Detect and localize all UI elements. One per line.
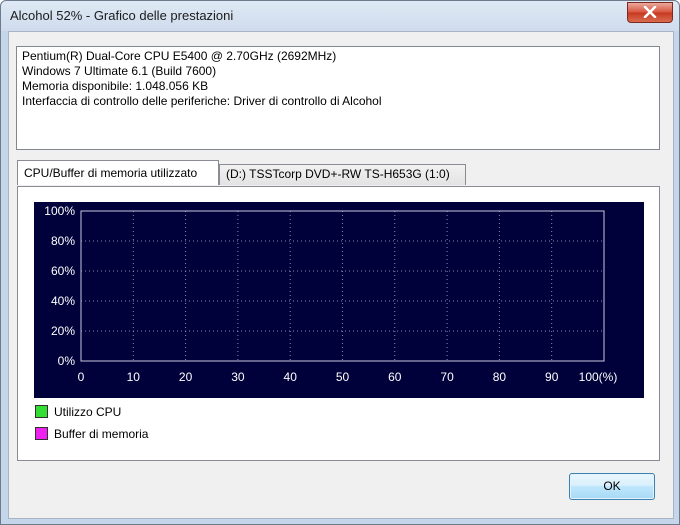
x-tick-label: 40	[284, 370, 298, 384]
info-line-memory: Memoria disponibile: 1.048.056 KB	[22, 79, 209, 93]
y-tick-label: 20%	[51, 324, 75, 338]
x-tick-label: 70	[440, 370, 454, 384]
info-line-driver: Interfaccia di controllo delle periferic…	[22, 94, 382, 108]
y-tick-label: 40%	[51, 294, 75, 308]
window-title: Alcohol 52% - Grafico delle prestazioni	[10, 8, 234, 23]
x-tick-label: 50	[336, 370, 350, 384]
app-window: Alcohol 52% - Grafico delle prestazioni …	[0, 0, 680, 525]
x-tick-label: 0	[78, 370, 85, 384]
tab-drive-d[interactable]: (D:) TSSTcorp DVD+-RW TS-H653G (1:0)	[219, 164, 466, 185]
x-tick-label: 100(%)	[579, 370, 618, 384]
y-tick-label: 80%	[51, 234, 75, 248]
tab-cpu-buffer[interactable]: CPU/Buffer di memoria utilizzato	[17, 160, 219, 185]
legend-item-buffer: Buffer di memoria	[35, 427, 148, 441]
x-tick-label: 30	[231, 370, 245, 384]
x-tick-label: 60	[388, 370, 402, 384]
buffer-color-swatch	[35, 427, 48, 441]
dialog-client: Pentium(R) Dual-Core CPU E5400 @ 2.70GHz…	[8, 31, 674, 519]
x-tick-label: 20	[179, 370, 193, 384]
y-tick-label: 100%	[44, 204, 75, 218]
chart-svg: 100% 80% 60% 40% 20% 0%0 10 20 30 40 50 60 70 80 90 100…	[44, 204, 618, 384]
close-icon	[643, 6, 657, 18]
tab-panel: 100% 80% 60% 40% 20% 0% 0 10 20 30 40 50 60 70 80 90 100…	[17, 186, 660, 461]
cpu-color-swatch	[35, 405, 48, 419]
legend-cpu-label: Utilizzo CPU	[54, 405, 122, 419]
y-tick-label: 60%	[51, 264, 75, 278]
close-button[interactable]	[627, 2, 673, 23]
info-line-os: Windows 7 Ultimate 6.1 (Build 7600)	[22, 64, 217, 78]
x-tick-label: 80	[493, 370, 507, 384]
ok-button[interactable]: OK	[569, 473, 655, 500]
legend-item-cpu: Utilizzo CPU	[35, 405, 121, 419]
y-tick-label: 0%	[58, 354, 76, 368]
performance-chart: 100% 80% 60% 40% 20% 0% 0 10 20 30 40 50 60 70 80 90 100…	[34, 202, 644, 398]
plot-frame	[80, 210, 605, 362]
title-bar[interactable]: Alcohol 52% - Grafico delle prestazioni	[1, 1, 679, 31]
x-tick-label: 90	[545, 370, 559, 384]
system-info-box: Pentium(R) Dual-Core CPU E5400 @ 2.70GHz…	[16, 46, 660, 150]
legend-buffer-label: Buffer di memoria	[54, 427, 149, 441]
info-line-cpu: Pentium(R) Dual-Core CPU E5400 @ 2.70GHz…	[22, 49, 337, 63]
x-tick-label: 10	[127, 370, 141, 384]
